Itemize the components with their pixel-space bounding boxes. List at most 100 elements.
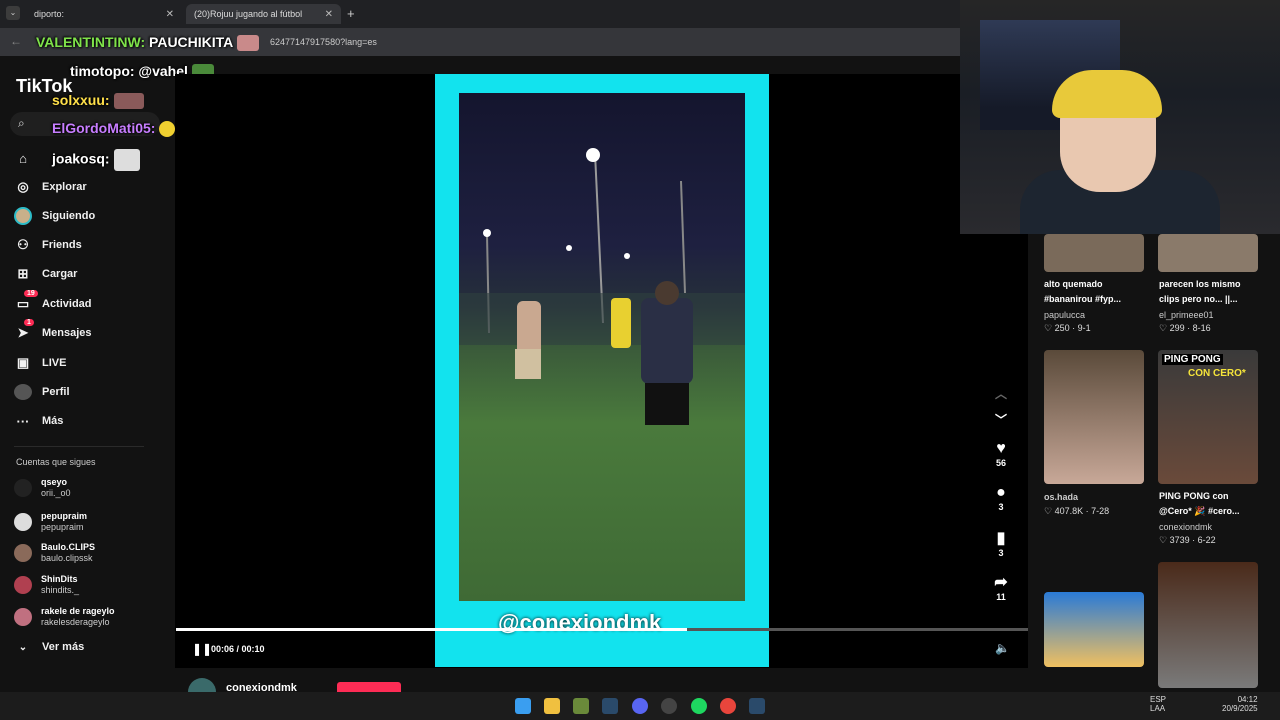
video-thumbnail[interactable] bbox=[1044, 592, 1144, 667]
card-user[interactable]: papulucca bbox=[1044, 310, 1085, 320]
following-name: ShinDits bbox=[41, 574, 78, 584]
chevron-up-icon[interactable]: ︿ bbox=[988, 385, 1014, 402]
video-player[interactable] bbox=[459, 93, 745, 601]
see-more-button[interactable]: ⌄ Ver más bbox=[14, 636, 84, 658]
nav-explorar[interactable]: ◎ Explorar bbox=[14, 176, 86, 198]
close-icon[interactable]: ✕ bbox=[325, 9, 333, 20]
nav-mas[interactable]: ··· Más bbox=[14, 410, 64, 432]
chevron-down-icon: ⌄ bbox=[18, 641, 28, 653]
chrome-icon[interactable] bbox=[720, 698, 736, 714]
tab-1[interactable]: diporto: ✕ bbox=[26, 4, 182, 24]
player-controls: ❚❚ 00:06 / 00:10 🔈 bbox=[176, 632, 1028, 666]
nav-cargar[interactable]: ⊞ Cargar bbox=[14, 263, 78, 285]
inbox-icon: ▭ bbox=[16, 296, 30, 311]
save-count: 3 bbox=[998, 548, 1004, 558]
compass-icon: ◎ bbox=[17, 179, 29, 194]
card-title[interactable]: alto quemado #bananirou #fyp... bbox=[1044, 277, 1144, 307]
avatar bbox=[14, 513, 32, 531]
nav-label: Actividad bbox=[42, 298, 92, 310]
following-item[interactable]: pepupraim pepupraim bbox=[14, 511, 87, 533]
share-count: 11 bbox=[996, 592, 1006, 602]
avatar bbox=[14, 608, 32, 626]
share-icon: ➦ bbox=[994, 574, 1008, 591]
following-name: rakele de rageylo bbox=[41, 606, 115, 616]
chevron-down-icon[interactable]: ﹀ bbox=[988, 411, 1014, 428]
tab-1-title: diporto: bbox=[34, 9, 65, 19]
progress-fill bbox=[176, 628, 688, 631]
card-user[interactable]: el_primeee01 bbox=[1159, 310, 1214, 320]
following-item[interactable]: ShinDits shindits._ bbox=[14, 574, 79, 596]
lang-code: ESP bbox=[1150, 695, 1167, 704]
card-user[interactable]: conexiondmk bbox=[1159, 522, 1212, 532]
url-field[interactable]: 62477147917580?lang=es bbox=[270, 37, 377, 47]
thumbnail-text: CON CERO* bbox=[1188, 368, 1246, 379]
video-thumbnail[interactable]: PING PONG CON CERO* bbox=[1158, 350, 1258, 484]
spotify-icon[interactable] bbox=[691, 698, 707, 714]
nav-perfil[interactable]: Perfil bbox=[14, 381, 70, 403]
card-user[interactable]: os.hada bbox=[1044, 492, 1078, 502]
back-arrow-icon[interactable]: ← bbox=[10, 34, 22, 48]
volume-icon[interactable]: 🔈 bbox=[995, 641, 1010, 655]
steam-icon[interactable] bbox=[602, 698, 618, 714]
app-icon[interactable] bbox=[573, 698, 589, 714]
following-item[interactable]: qseyo orii._o0 bbox=[14, 477, 71, 499]
emote-icon bbox=[159, 121, 176, 138]
card-title[interactable]: PING PONG con @Cero* 🎉 #cero... bbox=[1159, 489, 1259, 519]
nav-live[interactable]: ▣ LIVE bbox=[14, 352, 67, 374]
comment-button[interactable]: ● 3 bbox=[988, 484, 1014, 512]
chat-user: joakosq: bbox=[52, 150, 110, 167]
following-handle: orii._o0 bbox=[41, 488, 71, 498]
nav-actividad[interactable]: ▭ 19 Actividad bbox=[14, 290, 92, 315]
chat-message: VALENTINTINW: PAUCHIKITA bbox=[36, 34, 260, 52]
nav-siguiendo[interactable]: Siguiendo bbox=[14, 205, 95, 227]
card-title[interactable]: parecen los mismo clips pero no... ||... bbox=[1159, 277, 1259, 307]
emote-icon bbox=[113, 93, 144, 110]
clock[interactable]: 04:12 20/9/2025 bbox=[1222, 695, 1258, 713]
nav-mensajes[interactable]: ➤ 1 Mensajes bbox=[14, 319, 92, 344]
like-button[interactable]: ♥ 56 bbox=[988, 440, 1014, 468]
thumbnail-text: PING PONG bbox=[1162, 354, 1223, 365]
nav-home[interactable]: ⌂ bbox=[14, 147, 42, 169]
following-item[interactable]: Baulo.CLIPS baulo.clipssk bbox=[14, 542, 95, 564]
streamer-beanie bbox=[1052, 70, 1162, 118]
tab-2[interactable]: (20)Rojuu jugando al fútbol ✕ bbox=[186, 4, 341, 24]
send-icon: ➤ bbox=[17, 325, 29, 340]
nav-label: LIVE bbox=[42, 357, 67, 369]
chat-message: solxxuu: bbox=[52, 92, 144, 110]
taskbar: ESP LAA 04:12 20/9/2025 bbox=[0, 692, 1280, 720]
obs-icon[interactable] bbox=[661, 698, 677, 714]
nav-friends[interactable]: ⚇ Friends bbox=[14, 234, 82, 256]
share-button[interactable]: ➦ 11 bbox=[988, 572, 1014, 602]
progress-bar[interactable] bbox=[176, 628, 1028, 631]
nav-label: Friends bbox=[42, 239, 82, 251]
comment-count: 3 bbox=[998, 502, 1004, 512]
file-explorer-icon[interactable] bbox=[544, 698, 560, 714]
video-thumbnail[interactable] bbox=[1158, 234, 1258, 272]
following-item[interactable]: rakele de rageylo rakelesderageylo bbox=[14, 606, 115, 628]
following-name: qseyo bbox=[41, 477, 68, 487]
notification-badge: 19 bbox=[24, 290, 38, 297]
following-handle: baulo.clipssk bbox=[41, 553, 93, 563]
emote-icon bbox=[237, 35, 260, 52]
pause-icon[interactable]: ❚❚ bbox=[192, 642, 212, 656]
chat-text: PAUCHIKITA bbox=[149, 34, 234, 50]
following-handle: rakelesderageylo bbox=[41, 617, 110, 627]
language-indicator[interactable]: ESP LAA bbox=[1150, 695, 1166, 713]
save-button[interactable]: ▮ 3 bbox=[988, 528, 1014, 558]
video-thumbnail[interactable] bbox=[1044, 234, 1144, 272]
time-display: 00:06 / 00:10 bbox=[211, 644, 265, 654]
following-name: pepupraim bbox=[41, 511, 88, 521]
tab-list-button[interactable]: ⌄ bbox=[6, 6, 20, 20]
steam-icon[interactable] bbox=[749, 698, 765, 714]
discord-icon[interactable] bbox=[632, 698, 648, 714]
video-thumbnail[interactable] bbox=[1158, 562, 1258, 688]
new-tab-button[interactable]: + bbox=[347, 6, 355, 21]
avatar bbox=[14, 479, 32, 497]
message-badge: 1 bbox=[24, 319, 34, 326]
windows-start-icon[interactable] bbox=[515, 698, 531, 714]
lang-layout: LAA bbox=[1150, 704, 1166, 713]
divider bbox=[14, 446, 144, 447]
close-icon[interactable]: ✕ bbox=[166, 9, 174, 20]
avatar bbox=[14, 576, 32, 594]
video-thumbnail[interactable] bbox=[1044, 350, 1144, 484]
